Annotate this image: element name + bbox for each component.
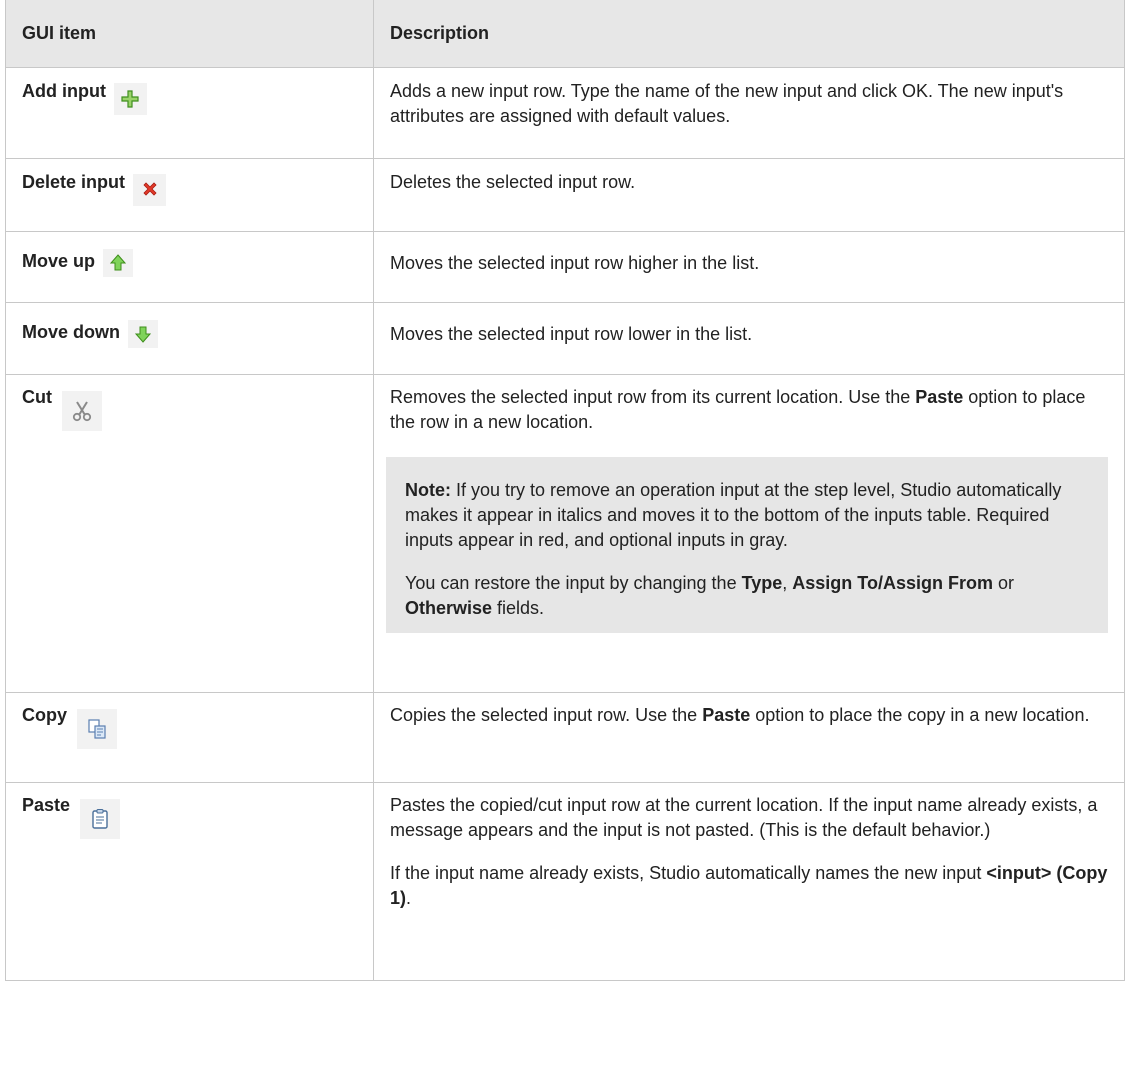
- table-row: Delete input Deletes the selected input …: [5, 158, 1125, 232]
- item-description: Pastes the copied/cut input row at the c…: [390, 795, 1098, 840]
- arrow-down-icon: [128, 320, 158, 348]
- table-row: Cut Removes the selected input row from …: [5, 374, 1125, 693]
- note-text: Note: If you try to remove an operation …: [405, 480, 1062, 550]
- delete-x-icon: [133, 174, 167, 206]
- arrow-up-icon: [103, 249, 134, 277]
- item-label: Copy: [22, 705, 67, 725]
- table-row: Copy Copies the selected input row. Use …: [5, 692, 1125, 783]
- table-row: Move up Moves the selected input row hig…: [5, 231, 1125, 303]
- item-label: Cut: [22, 387, 52, 407]
- table-row: Add input Adds a new input row. Type the…: [5, 67, 1125, 159]
- clipboard-icon: [80, 799, 121, 839]
- item-label: Delete input: [22, 172, 126, 192]
- item-description: Adds a new input row. Type the name of t…: [390, 81, 1064, 126]
- item-description: Copies the selected input row. Use the P…: [390, 705, 1090, 725]
- item-label: Add input: [22, 81, 106, 101]
- item-description-extra: If the input name already exists, Studio…: [390, 863, 1108, 908]
- item-label: Move down: [22, 322, 120, 342]
- table-row: Move down Moves the selected input row l…: [5, 302, 1125, 375]
- item-description: Moves the selected input row lower in th…: [390, 324, 753, 344]
- header-description: Description: [373, 0, 1125, 68]
- copy-icon: [77, 709, 117, 749]
- note-box: Note: If you try to remove an operation …: [386, 457, 1108, 633]
- plus-icon: [113, 83, 147, 115]
- item-description: Deletes the selected input row.: [390, 172, 636, 192]
- table-row: Paste Pastes the copied/cut input row at…: [5, 782, 1125, 981]
- header-gui-item: GUI item: [5, 0, 374, 68]
- item-description: Moves the selected input row higher in t…: [390, 253, 760, 273]
- note-restore-text: You can restore the input by changing th…: [405, 573, 1014, 618]
- gui-items-table: GUI item Description Add input Adds a ne…: [5, 0, 1125, 981]
- item-label: Move up: [22, 251, 96, 271]
- scissors-icon: [62, 391, 102, 431]
- item-description: Removes the selected input row from its …: [390, 387, 1086, 432]
- item-label: Paste: [22, 795, 71, 815]
- table-header-row: GUI item Description: [5, 0, 1125, 68]
